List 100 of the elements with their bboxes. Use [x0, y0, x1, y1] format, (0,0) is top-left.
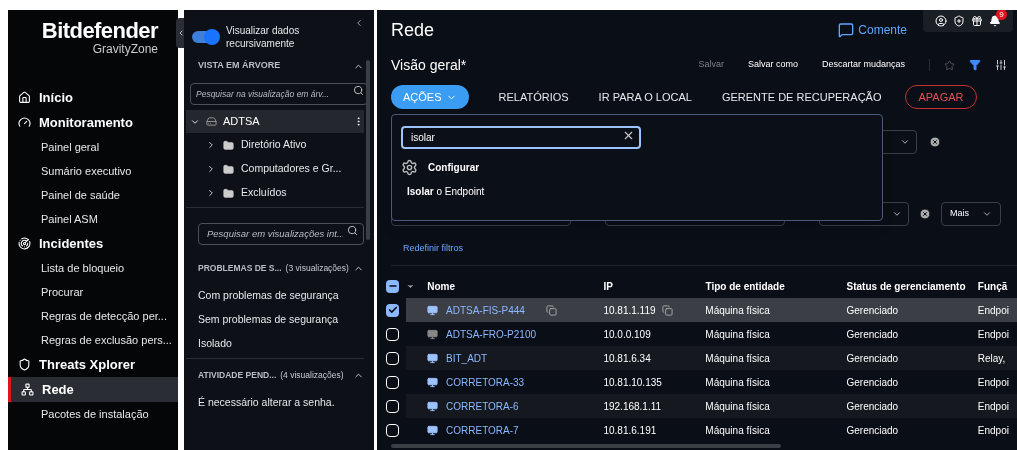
- table-cell-text: Endpoi: [977, 423, 1010, 438]
- folder-icon: [223, 163, 234, 175]
- nav-link[interactable]: Pacotes de instalação: [8, 402, 178, 426]
- column-header[interactable]: Nome: [427, 278, 604, 294]
- view-action-button[interactable]: Descartar mudanças: [821, 58, 905, 72]
- clear-icon[interactable]: [929, 136, 941, 148]
- table-cell-text: 10.81.1.119: [603, 303, 656, 318]
- tree-node[interactable]: Diretório Ativo: [186, 133, 364, 157]
- table-cell-text: Gerenciado: [846, 375, 900, 390]
- table-cell-text: Relay,: [977, 351, 1007, 366]
- chevron-icon: [206, 188, 216, 198]
- endpoint-link[interactable]: CORRETORA-6: [446, 398, 538, 414]
- endpoint-link[interactable]: ADTSA-FRO-P2100: [446, 326, 538, 342]
- table-cell-text: Gerenciado: [846, 327, 900, 342]
- caret-icon: [900, 137, 910, 147]
- search-input[interactable]: isolar: [401, 126, 641, 149]
- folder-icon: [223, 139, 234, 151]
- row-checkbox[interactable]: [386, 303, 400, 317]
- server-icon: [206, 116, 217, 127]
- copy-icon[interactable]: [661, 304, 673, 316]
- column-header[interactable]: Status de gerenciamento: [846, 278, 978, 294]
- table-cell-text: Gerenciado: [846, 303, 900, 318]
- view-item[interactable]: Sem problemas de segurança: [186, 308, 364, 332]
- nav-link[interactable]: Procurar: [8, 280, 178, 304]
- tree-node[interactable]: Computadores e Gr...: [186, 157, 364, 181]
- endpoint-link[interactable]: ADTSA-FIS-P444: [446, 302, 538, 318]
- star-icon[interactable]: [944, 59, 955, 71]
- nav-link[interactable]: Sumário executivo: [8, 159, 178, 183]
- nav-section-item[interactable]: Threats Xplorer: [8, 352, 178, 377]
- nav-section-item[interactable]: Monitoramento: [8, 110, 178, 135]
- nav-icon: [18, 358, 31, 371]
- view-item[interactable]: É necessário alterar a senha.: [186, 391, 364, 415]
- select-all-checkbox[interactable]: [386, 279, 400, 293]
- endpoint-link[interactable]: BIT_ADT: [446, 350, 538, 366]
- search-field[interactable]: Pesquisar em visualizações int...: [198, 222, 364, 245]
- caret-icon: [982, 209, 992, 219]
- nav-link[interactable]: Lista de bloqueio: [8, 256, 178, 280]
- horizontal-scrollbar[interactable]: [391, 444, 781, 448]
- gift-icon[interactable]: [971, 15, 983, 27]
- nav-link[interactable]: Regras de detecção per...: [8, 304, 178, 328]
- view-item[interactable]: Isolado: [186, 332, 364, 356]
- row-checkbox[interactable]: [386, 375, 400, 389]
- clear-icon[interactable]: [919, 208, 931, 220]
- nav-link[interactable]: Painel de saúde: [8, 183, 178, 207]
- collapse-icon[interactable]: [354, 18, 364, 28]
- chevron-icon: [206, 164, 216, 174]
- clear-icon[interactable]: [622, 129, 635, 142]
- column-header[interactable]: IP: [603, 278, 706, 294]
- table-cell-text: 10.0.0.109: [603, 327, 651, 342]
- table-cell-text: 10.81.6.191: [603, 423, 657, 438]
- nav-icon: [21, 383, 34, 396]
- check-icon: [387, 305, 398, 315]
- nav-link[interactable]: Regras de exclusão pers...: [8, 328, 178, 352]
- comment-link[interactable]: Comente: [838, 21, 907, 39]
- nav-link[interactable]: Painel ASM: [8, 207, 178, 231]
- filter-icon[interactable]: [969, 59, 981, 71]
- search-field[interactable]: Pesquisar na visualização em árv...: [190, 83, 368, 105]
- nav-section-item[interactable]: Rede: [8, 377, 178, 402]
- group-title: PROBLEMAS DE S...: [198, 261, 282, 275]
- view-action-button[interactable]: Salvar como: [747, 58, 798, 72]
- endpoint-link[interactable]: CORRETORA-33: [446, 374, 538, 390]
- chevron-icon: [177, 29, 185, 37]
- user-icon[interactable]: [935, 15, 947, 27]
- table-cell-text: Máquina física: [705, 375, 771, 390]
- bell-icon[interactable]: [989, 15, 1001, 27]
- toolbar-button[interactable]: GERENTE DE RECUPERAÇÃO: [721, 88, 882, 106]
- nav-section-item[interactable]: Incidentes: [8, 231, 178, 256]
- tree-node[interactable]: Excluídos: [186, 181, 364, 205]
- more-select[interactable]: Mais: [941, 202, 1001, 226]
- group-count: (4 visualizações): [280, 369, 345, 381]
- group-count: (3 visualizações): [285, 262, 349, 274]
- menu-item[interactable]: Isolar o Endpoint: [401, 183, 873, 199]
- table-cell-text: 10.81.6.34: [603, 351, 651, 366]
- toolbar-button[interactable]: IR PARA O LOCAL: [598, 88, 692, 106]
- group-title: ATIVIDADE PEND...: [198, 368, 277, 382]
- folder-icon: [223, 187, 234, 199]
- table-cell-text: 10.81.10.135: [603, 375, 662, 390]
- table-cell-text: Endpoi: [977, 375, 1010, 390]
- column-header[interactable]: Tipo de entidade: [705, 278, 847, 294]
- search-icon: [353, 85, 364, 96]
- shield-icon[interactable]: [953, 15, 965, 27]
- endpoint-link[interactable]: CORRETORA-7: [446, 422, 538, 438]
- table-cell-text: Endpoi: [977, 399, 1010, 414]
- reset-filters-link[interactable]: Redefinir filtros: [403, 242, 464, 256]
- row-checkbox[interactable]: [386, 327, 400, 341]
- scrollbar[interactable]: [366, 60, 370, 240]
- menu-group-item[interactable]: Configurar: [401, 157, 873, 177]
- nav-link[interactable]: Painel geral: [8, 135, 178, 159]
- nav-section-item[interactable]: Início: [8, 85, 178, 110]
- toggle-switch[interactable]: [192, 31, 218, 43]
- row-checkbox[interactable]: [386, 423, 400, 437]
- toolbar-button[interactable]: RELATÓRIOS: [498, 88, 569, 106]
- view-item[interactable]: Com problemas de segurança: [186, 284, 364, 308]
- row-checkbox[interactable]: [386, 351, 400, 365]
- table-cell-text: Máquina física: [705, 327, 771, 342]
- copy-icon[interactable]: [546, 304, 557, 316]
- columns-settings-icon[interactable]: [995, 59, 1007, 71]
- column-header[interactable]: Funçã: [977, 278, 1017, 294]
- row-checkbox[interactable]: [386, 399, 400, 413]
- tree-node[interactable]: ADTSA: [186, 110, 364, 133]
